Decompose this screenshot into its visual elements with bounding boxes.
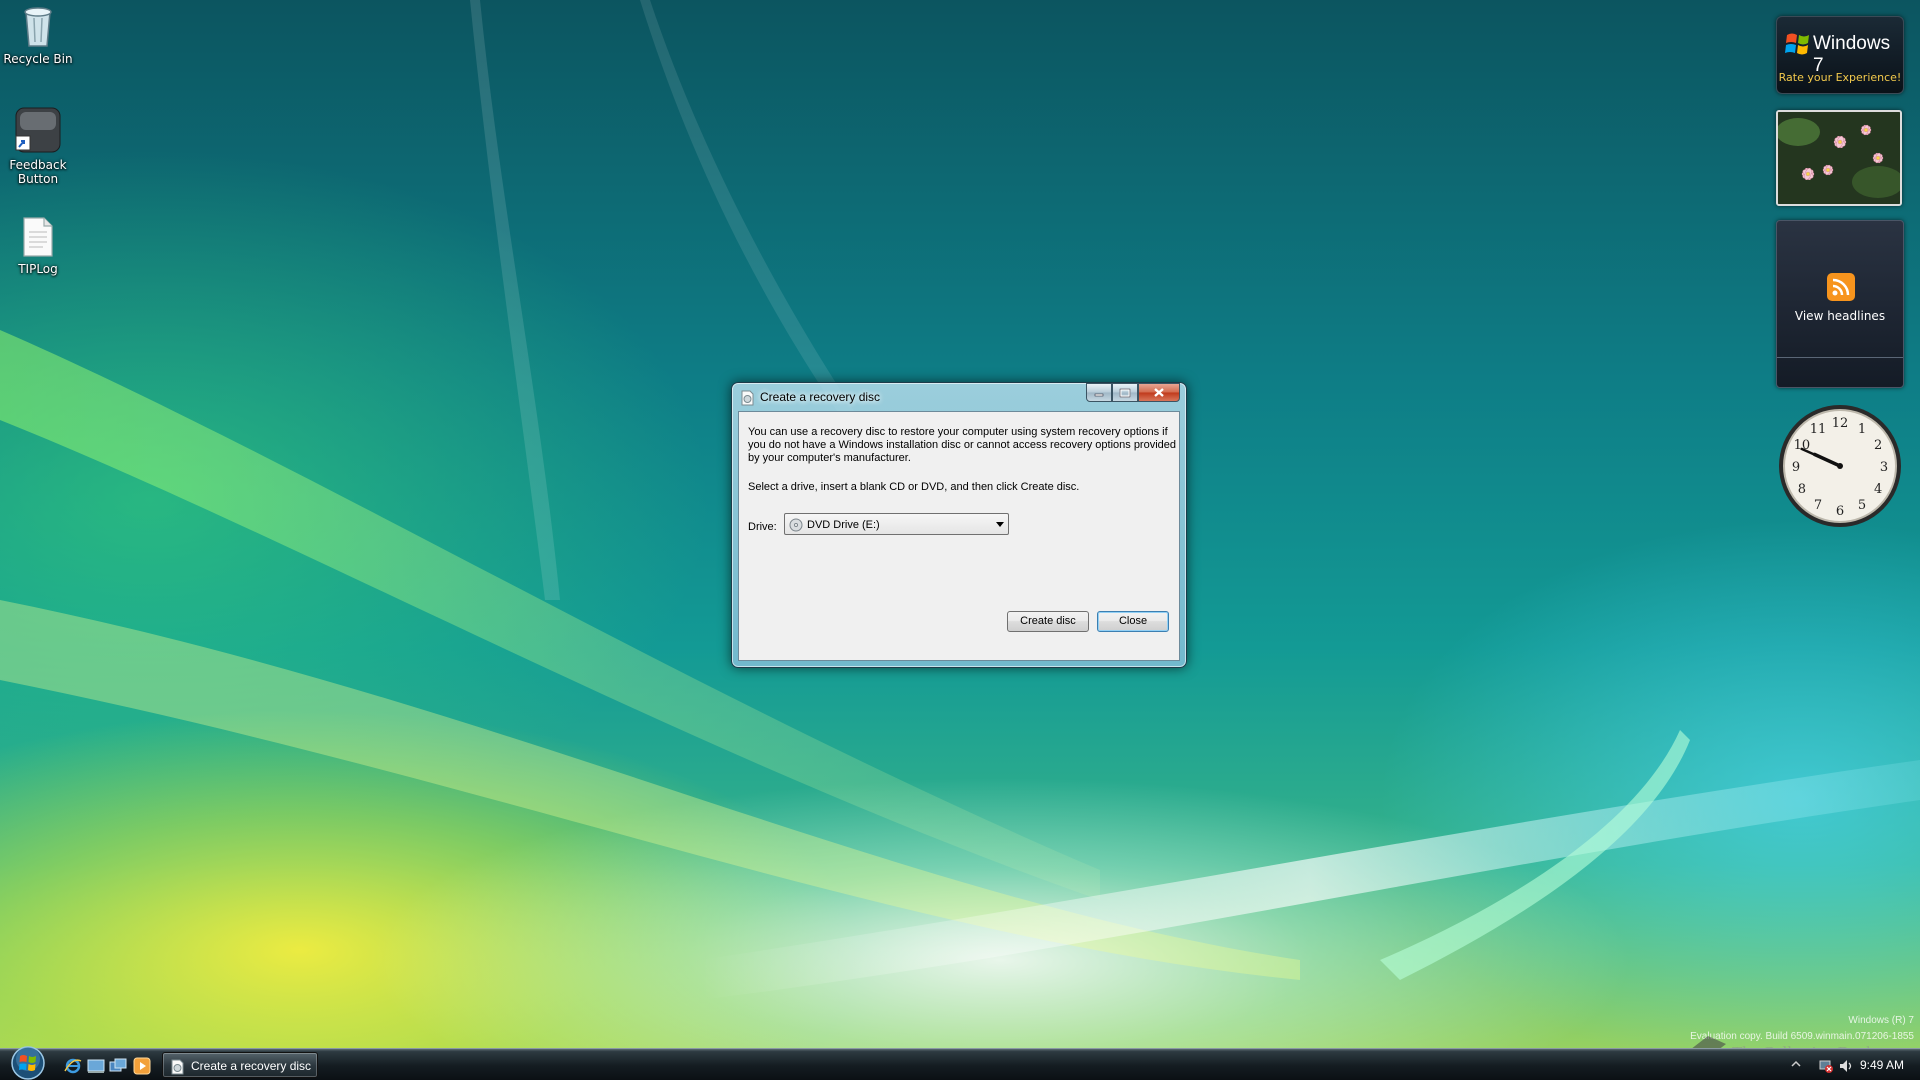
intro-text: You can use a recovery disc to restore y… bbox=[748, 426, 1177, 464]
dialog-title: Create a recovery disc bbox=[760, 390, 881, 404]
dvd-drive-icon bbox=[789, 518, 803, 532]
dialog-titlebar[interactable]: Create a recovery disc bbox=[732, 383, 1186, 411]
rate-experience-link[interactable]: Rate your Experience! bbox=[1777, 71, 1903, 84]
clock-numeral: 1 bbox=[1858, 422, 1866, 437]
clock-numeral: 4 bbox=[1874, 482, 1882, 497]
desktop-icon-label: Recycle Bin bbox=[3, 52, 73, 66]
taskbar-button-label: Create a recovery disc bbox=[191, 1059, 312, 1073]
network-warning-icon[interactable] bbox=[1818, 1058, 1834, 1074]
recycle-bin-icon bbox=[24, 7, 52, 47]
clock-numeral: 11 bbox=[1810, 422, 1827, 437]
minimize-icon bbox=[1094, 393, 1104, 396]
chevron-down-icon bbox=[996, 522, 1004, 527]
close-icon bbox=[1154, 388, 1164, 397]
volume-icon[interactable] bbox=[1838, 1058, 1854, 1074]
recovery-disc-icon bbox=[741, 390, 754, 406]
desktop-icon-feedback-button[interactable]: Feedback Button bbox=[0, 106, 76, 186]
create-disc-button[interactable]: Create disc bbox=[1007, 611, 1089, 632]
clock-numeral: 5 bbox=[1858, 498, 1866, 513]
media-player-icon[interactable] bbox=[133, 1057, 151, 1075]
recovery-disc-icon bbox=[171, 1059, 184, 1075]
caption-buttons bbox=[1086, 383, 1180, 402]
switch-windows-icon[interactable] bbox=[109, 1057, 127, 1075]
clock-gadget[interactable]: 12 1 2 3 4 5 6 7 8 9 10 11 bbox=[1776, 402, 1904, 530]
flower-photo bbox=[1778, 112, 1900, 204]
minimize-button[interactable] bbox=[1086, 383, 1112, 402]
taskbar-button-recovery-disc[interactable]: Create a recovery disc bbox=[162, 1052, 318, 1078]
drive-label: Drive: bbox=[748, 521, 777, 533]
create-recovery-disc-dialog: Create a recovery disc You can use a rec… bbox=[731, 382, 1187, 668]
drive-selected-value: DVD Drive (E:) bbox=[807, 519, 880, 531]
desktop-icon-label: TIPLog bbox=[18, 262, 58, 276]
gadget-divider bbox=[1777, 357, 1903, 358]
analog-clock-face: 12 1234567891011 bbox=[1779, 405, 1901, 527]
start-button[interactable] bbox=[8, 1046, 48, 1080]
taskbar-clock[interactable]: 9:49 AM bbox=[1860, 1058, 1904, 1072]
feed-headlines-gadget[interactable]: View headlines bbox=[1776, 220, 1904, 388]
rss-icon bbox=[1827, 273, 1855, 301]
windows-logo-icon bbox=[1785, 33, 1809, 55]
desktop-icon-recycle-bin[interactable]: Recycle Bin bbox=[0, 4, 76, 66]
clock-numeral: 9 bbox=[1792, 460, 1800, 475]
desktop-icon-label: Feedback bbox=[9, 158, 67, 172]
clock-numeral: 2 bbox=[1874, 438, 1882, 453]
show-hidden-icons-chevron-up-icon[interactable] bbox=[1790, 1058, 1802, 1070]
view-headlines-link[interactable]: View headlines bbox=[1777, 309, 1903, 323]
text-document-icon bbox=[23, 217, 53, 257]
show-desktop-icon[interactable] bbox=[87, 1057, 105, 1075]
windows-version-watermark: Windows (R) 7 bbox=[1848, 1015, 1914, 1026]
clock-numeral: 7 bbox=[1814, 498, 1822, 513]
windows7-feedback-gadget[interactable]: Windows 7 Rate your Experience! bbox=[1776, 16, 1904, 94]
build-watermark: Evaluation copy. Build 6509.winmain.0712… bbox=[1690, 1031, 1914, 1042]
desktop-icon-tiplog[interactable]: TIPLog bbox=[0, 216, 76, 276]
clock-numeral: 12 bbox=[1832, 416, 1849, 431]
internet-explorer-icon[interactable] bbox=[64, 1057, 82, 1075]
clock-numeral: 3 bbox=[1880, 460, 1888, 475]
clock-numeral: 8 bbox=[1798, 482, 1806, 497]
slideshow-gadget[interactable] bbox=[1776, 110, 1902, 206]
close-window-button[interactable] bbox=[1138, 383, 1180, 402]
clock-numeral: 6 bbox=[1836, 504, 1844, 519]
close-button[interactable]: Close bbox=[1097, 611, 1169, 632]
shortcut-icon bbox=[15, 107, 61, 153]
maximize-icon bbox=[1119, 388, 1131, 397]
desktop-icon-label: Button bbox=[17, 172, 59, 186]
drive-dropdown[interactable]: DVD Drive (E:) bbox=[784, 513, 1009, 535]
maximize-button[interactable] bbox=[1112, 383, 1138, 402]
instruction-text: Select a drive, insert a blank CD or DVD… bbox=[748, 481, 1080, 493]
dialog-content: You can use a recovery disc to restore y… bbox=[738, 411, 1180, 661]
